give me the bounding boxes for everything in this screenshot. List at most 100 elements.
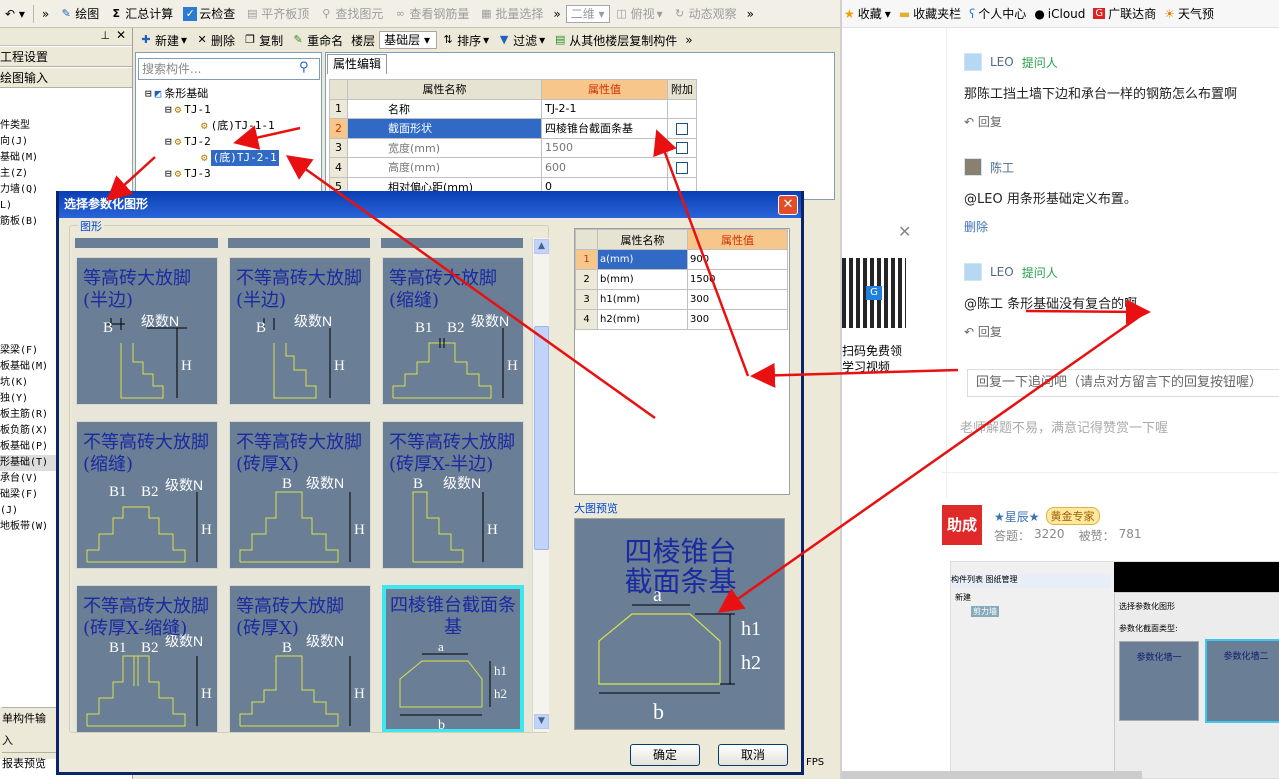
ok-button[interactable]: 确定 [630, 744, 700, 766]
filter-button[interactable]: ▼ 过滤 ▾ [493, 32, 549, 49]
report-preview-tab[interactable]: 报表预览 [2, 752, 56, 775]
new-button[interactable]: ✚ 新建 ▾ [135, 32, 191, 49]
reply-link[interactable]: ↶ 回复 [964, 113, 1002, 130]
cloud-check-button[interactable]: ✓ 云检查 [178, 5, 240, 22]
close-icon[interactable]: ✕ [116, 28, 126, 42]
bookmark-personal[interactable]: ʕ 个人中心 [969, 5, 1026, 22]
comment-username[interactable]: LEO [990, 55, 1014, 69]
collapse-icon[interactable]: ⊟ [165, 134, 172, 150]
nav-item[interactable]: 板基础(M) [0, 359, 56, 375]
nav-item[interactable]: 地板带(W) [0, 519, 56, 535]
dialog-close-button[interactable]: ✕ [778, 195, 798, 215]
prop-value[interactable]: 四棱锥台截面条基 [541, 118, 668, 139]
drawing-input-tab[interactable]: 绘图输入 [0, 68, 132, 88]
collapse-icon[interactable]: ⊟ [165, 166, 172, 182]
mini-opt2[interactable]: 参数化墙二 [1205, 639, 1279, 723]
table-row-selected[interactable]: 2 截面形状 四棱锥台截面条基 [329, 118, 697, 139]
table-row[interactable]: 1 名称 TJ-2-1 [329, 98, 697, 119]
shape-tile[interactable]: B1 B2 级数N H 等高砖大放脚(缩缝) [382, 257, 524, 405]
scroll-up-icon[interactable]: ▲ [534, 239, 549, 254]
param-value[interactable]: 300 [687, 289, 788, 310]
shape-tile[interactable]: B 级数N H 不等高砖大放脚(砖厚X) [229, 421, 371, 569]
view-mode-select[interactable]: 二维 ▾ [565, 4, 610, 23]
tile-partial[interactable] [75, 238, 218, 248]
table-row[interactable]: 2 b(mm) 1500 [575, 269, 788, 290]
extra-checkbox[interactable] [676, 142, 688, 155]
tile-partial[interactable] [228, 238, 370, 248]
overflow-chevron-icon-3[interactable]: » [742, 7, 759, 21]
mini-opt1[interactable]: 参数化墙一 [1119, 641, 1199, 721]
param-value[interactable]: 900 [687, 249, 788, 270]
find-element-button[interactable]: ⚲ 查找图元 [314, 5, 388, 22]
scroll-down-icon[interactable]: ▼ [534, 714, 549, 729]
nav-item[interactable]: 板主筋(R) [0, 407, 56, 423]
collapse-icon[interactable]: ⊟ [165, 102, 172, 118]
top-view-button[interactable]: ◫ 俯视 ▾ [610, 5, 668, 22]
single-input-tab[interactable]: 单构件输入 [2, 707, 56, 752]
shape-tile-selected[interactable]: a b h1 h2 四棱锥台截面条基 [382, 585, 524, 732]
shape-tile[interactable]: B1 B2 级数N H 不等高砖大放脚(砖厚X-缩缝) [76, 585, 218, 732]
cancel-button[interactable]: 取消 [718, 744, 788, 766]
comment-username[interactable]: LEO [990, 265, 1014, 279]
floor-select[interactable]: 基础层 ▾ [379, 31, 438, 49]
extra-checkbox[interactable] [676, 161, 688, 174]
qr-promo[interactable]: G 扫码免费领 学习视频 [842, 224, 912, 374]
shape-tile[interactable]: B 级数N H 等高砖大放脚(砖厚X) [229, 585, 371, 732]
bookmark-favorites[interactable]: ★ 收藏 ▾ [844, 5, 891, 22]
tree-leaf[interactable]: ⚙ (底)TJ-1-1 [145, 118, 279, 134]
shape-tile[interactable]: B 级数N H 不等高砖大放脚(砖厚X-半边) [382, 421, 524, 569]
nav-item[interactable]: 础梁(F) [0, 487, 56, 503]
tree-root[interactable]: ⊟ ◩ 条形基础 [145, 86, 279, 102]
tree-node[interactable]: ⊟ ⚙ TJ-2 [145, 134, 279, 150]
bookmark-glodon[interactable]: G 广联达商 [1093, 5, 1156, 22]
nav-item[interactable]: 梁梁(F) [0, 343, 56, 359]
shape-tile[interactable]: B 级数N H 不等高砖大放脚(半边) [229, 257, 371, 405]
collapse-icon[interactable]: ⊟ [145, 86, 152, 102]
nav-item[interactable]: 主(Z) [0, 166, 132, 182]
overflow-chevron-icon-4[interactable]: » [681, 33, 696, 47]
prop-value[interactable]: 1500 [541, 137, 668, 158]
tree-node[interactable]: ⊟ ⚙ TJ-3 [145, 166, 279, 182]
rename-button[interactable]: ✎ 重命名 [287, 32, 347, 49]
component-search-input[interactable]: 搜索构件... [138, 58, 320, 80]
delete-button[interactable]: ✕ 删除 [191, 32, 239, 49]
draw-button[interactable]: ✎ 绘图 [54, 5, 104, 22]
param-value[interactable]: 1500 [687, 269, 788, 290]
nav-item[interactable]: 坑(K) [0, 375, 56, 391]
reply-link[interactable]: ↶ 回复 [964, 323, 1002, 340]
gallery-scrollbar[interactable]: ▲ ▼ [532, 238, 549, 732]
param-value[interactable]: 300 [687, 309, 788, 330]
table-row[interactable]: 3 宽度(mm) 1500 [329, 137, 697, 158]
table-row[interactable]: 4 高度(mm) 600 [329, 157, 697, 178]
scroll-thumb[interactable] [534, 326, 549, 550]
table-row[interactable]: 3 h1(mm) 300 [575, 289, 788, 310]
nav-item-selected[interactable]: 形基础(T) [0, 455, 56, 471]
close-icon[interactable]: ✕ [898, 222, 911, 241]
batch-select-button[interactable]: ▦ 批量选择 [474, 5, 548, 22]
nav-item[interactable]: 承台(V) [0, 471, 56, 487]
project-settings-tab[interactable]: 工程设置 [0, 47, 132, 67]
delete-link[interactable]: 删除 [964, 218, 988, 235]
nav-item[interactable]: 基础(M) [0, 150, 132, 166]
extra-checkbox[interactable] [676, 122, 688, 135]
dynamic-view-button[interactable]: ↻ 动态观察 [668, 5, 742, 22]
reply-input[interactable]: 回复一下追问吧（请点对方留言下的回复按钮喔） [967, 369, 1279, 397]
shape-tile[interactable]: B1 B2 级数N H 不等高砖大放脚(缩缝) [76, 421, 218, 569]
prop-value[interactable]: 600 [541, 157, 668, 178]
nav-item[interactable]: 板负筋(X) [0, 423, 56, 439]
nav-item[interactable]: 独(Y) [0, 391, 56, 407]
search-icon[interactable]: ⚲ [299, 60, 309, 75]
level-board-top-button[interactable]: ▤ 平齐板顶 [240, 5, 314, 22]
sum-calc-button[interactable]: Σ 汇总计算 [104, 5, 178, 22]
tree-node[interactable]: ⊟ ⚙ TJ-1 [145, 102, 279, 118]
table-row-selected[interactable]: 1 a(mm) 900 [575, 249, 788, 270]
answer-screenshot[interactable]: 构件列表 图纸管理 新建 剪力墙 选择参数化图形 参数化截面类型: 参数化墙一 … [950, 561, 1279, 779]
pin-icon[interactable]: ⊥ [100, 29, 110, 42]
table-row[interactable]: 4 h2(mm) 300 [575, 309, 788, 330]
tile-partial[interactable] [381, 238, 523, 248]
view-rebar-button[interactable]: ∞ 查看钢筋量 [388, 5, 474, 22]
overflow-chevron-icon-2[interactable]: » [548, 7, 565, 21]
sort-button[interactable]: ⇅ 排序 ▾ [437, 32, 493, 49]
bookmark-weather[interactable]: ☀ 天气预 [1164, 5, 1214, 22]
nav-item[interactable]: 件类型 [0, 118, 132, 134]
